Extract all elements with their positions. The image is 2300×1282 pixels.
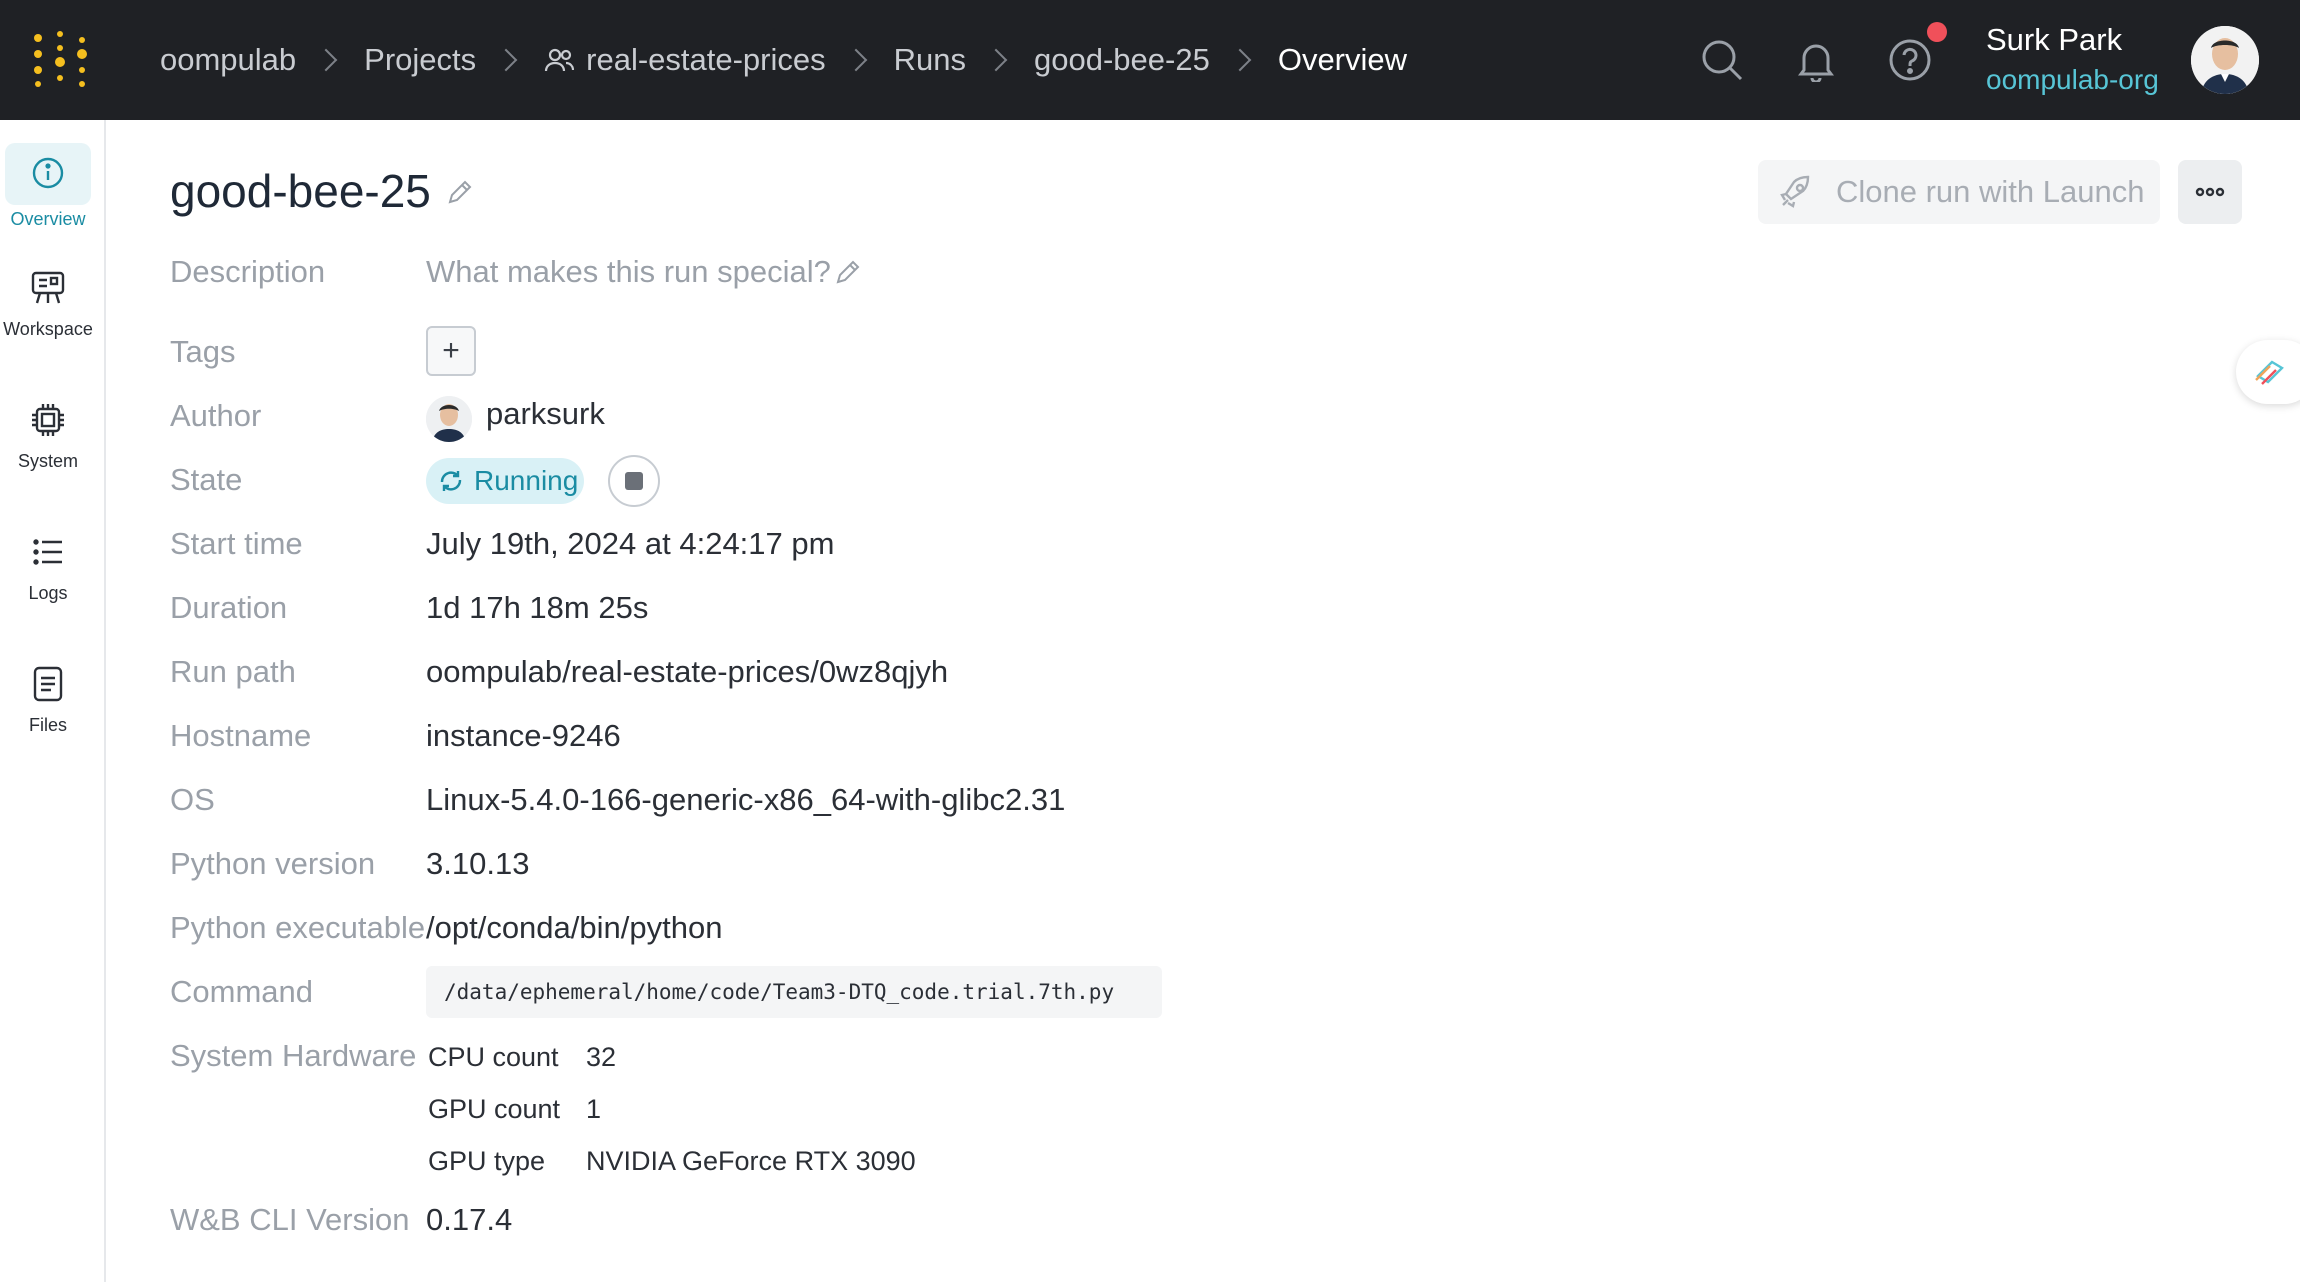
os-value: Linux-5.4.0-166-generic-x86_64-with-glib…	[426, 782, 1066, 817]
start-time-label: Start time	[170, 526, 303, 561]
info-icon	[0, 120, 96, 195]
tags-label: Tags	[170, 334, 236, 369]
clone-button-label: Clone run with Launch	[1836, 174, 2145, 209]
os-label: OS	[170, 782, 215, 817]
python-version-label: Python version	[170, 846, 376, 881]
sidebar-item-system[interactable]: System	[0, 402, 96, 472]
run-title: good-bee-25	[170, 165, 431, 217]
sidebar-item-overview[interactable]: Overview	[0, 120, 96, 230]
user-org-link[interactable]: oompulab-org	[1986, 64, 2159, 96]
hostname-label: Hostname	[170, 718, 312, 753]
description-field[interactable]: What makes this run special?	[426, 254, 831, 290]
cli-version-label: W&B CLI Version	[170, 1202, 410, 1237]
hardware-value: 1	[586, 1094, 602, 1124]
breadcrumb-entity[interactable]: oompulab	[160, 42, 296, 78]
sidebar-item-label: Logs	[28, 583, 68, 603]
wandb-logo-icon[interactable]	[30, 30, 90, 90]
duration-label: Duration	[170, 590, 288, 625]
run-path-value: oompulab/real-estate-prices/0wz8qjyh	[426, 654, 949, 689]
edit-pencil-icon[interactable]	[834, 258, 862, 286]
chevron-right-icon	[494, 48, 518, 72]
sidebar-item-label: Overview	[10, 209, 86, 229]
hardware-key: GPU type	[428, 1146, 546, 1176]
user-name[interactable]: Surk Park	[1986, 22, 2122, 58]
rocket-icon	[1780, 175, 1810, 208]
sidebar-item-workspace[interactable]: Workspace	[0, 270, 96, 340]
start-time-value: July 19th, 2024 at 4:24:17 pm	[426, 526, 835, 561]
python-executable-value: /opt/conda/bin/python	[426, 910, 723, 945]
user-avatar[interactable]	[2191, 26, 2259, 94]
duration-value: 1d 17h 18m 25s	[426, 590, 649, 625]
running-icon	[440, 471, 462, 491]
hardware-value: 32	[586, 1042, 617, 1072]
floating-assistant-button[interactable]	[2236, 340, 2300, 404]
top-navigation-bar: oompulab Projects real-estate-prices Run…	[0, 0, 2300, 120]
edit-pencil-icon[interactable]	[446, 178, 474, 206]
more-dots-icon	[2195, 187, 2225, 197]
clone-run-with-launch-button[interactable]: Clone run with Launch	[1758, 160, 2160, 224]
command-value: /data/ephemeral/home/code/Team3-DTQ_code…	[426, 966, 1162, 1018]
users-icon	[544, 47, 575, 73]
chevron-right-icon	[844, 48, 867, 72]
notification-badge	[1927, 22, 1947, 42]
hardware-key: CPU count	[428, 1042, 559, 1072]
command-label: Command	[170, 974, 313, 1009]
breadcrumb-current-page: Overview	[1277, 42, 1408, 77]
breadcrumb: oompulab Projects real-estate-prices Run…	[160, 0, 1407, 120]
stop-run-button[interactable]	[608, 455, 660, 507]
chevron-right-icon	[984, 48, 1008, 72]
hardware-key: GPU count	[428, 1094, 561, 1124]
python-version-value: 3.10.13	[426, 846, 530, 881]
chevron-right-icon	[1228, 48, 1252, 72]
add-tag-button[interactable]: +	[426, 326, 476, 376]
cli-version-value: 0.17.4	[426, 1202, 513, 1237]
breadcrumb-runs[interactable]: Runs	[894, 42, 966, 78]
state-text: Running	[474, 465, 579, 496]
author-label: Author	[170, 398, 262, 433]
breadcrumb-projects[interactable]: Projects	[364, 42, 476, 78]
author-name[interactable]: parksurk	[486, 396, 605, 432]
stop-icon	[625, 472, 643, 490]
hostname-value: instance-9246	[426, 718, 621, 753]
bell-icon[interactable]	[1794, 38, 1838, 84]
breadcrumb-run[interactable]: good-bee-25	[1034, 42, 1210, 78]
sidebar-item-label: Workspace	[3, 319, 93, 339]
author-avatar	[426, 396, 472, 442]
sidebar-item-logs[interactable]: Logs	[0, 534, 96, 604]
search-icon[interactable]	[1700, 38, 1744, 82]
stack-icon	[2255, 360, 2284, 385]
python-executable-label: Python executable	[170, 910, 426, 945]
help-icon[interactable]	[1888, 38, 1932, 82]
state-badge: Running	[426, 458, 584, 504]
sidebar-item-label: Files	[28, 715, 67, 735]
hardware-value: NVIDIA GeForce RTX 3090	[586, 1146, 916, 1176]
workspace-icon	[0, 270, 96, 311]
list-icon	[0, 534, 96, 575]
sidebar-item-label: System	[17, 451, 78, 471]
breadcrumb-project[interactable]: real-estate-prices	[586, 42, 825, 78]
file-icon	[0, 666, 96, 707]
run-path-label: Run path	[170, 654, 296, 689]
run-sidebar: Overview Workspace System Logs Files	[0, 120, 106, 1282]
sidebar-item-files[interactable]: Files	[0, 666, 96, 736]
cpu-icon	[0, 402, 96, 443]
system-hardware-label: System Hardware	[170, 1038, 417, 1073]
state-label: State	[170, 462, 243, 497]
more-options-button[interactable]	[2178, 160, 2242, 224]
chevron-right-icon	[314, 48, 338, 72]
description-label: Description	[170, 254, 326, 289]
